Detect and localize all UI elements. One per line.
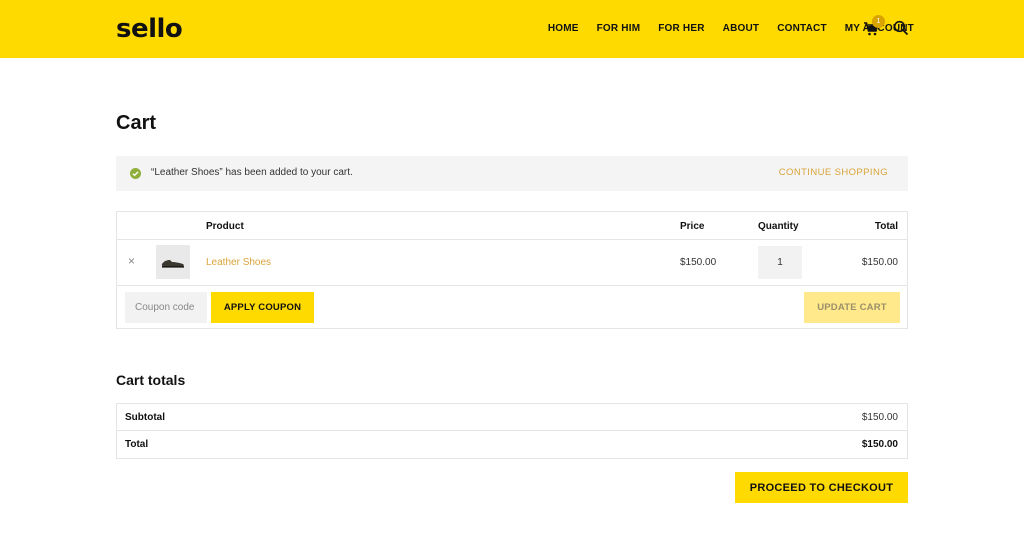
apply-coupon-button[interactable]: APPLY COUPON	[211, 292, 314, 323]
nav-about[interactable]: ABOUT	[723, 23, 760, 34]
notice-message: “Leather Shoes” has been added to your c…	[151, 167, 353, 178]
nav-for-her[interactable]: FOR HER	[658, 23, 704, 34]
nav-contact[interactable]: CONTACT	[777, 23, 827, 34]
main-nav: HOME FOR HIM FOR HER ABOUT CONTACT MY AC…	[548, 23, 914, 34]
header-total: Total	[874, 221, 898, 232]
header-price: Price	[680, 221, 705, 232]
nav-home[interactable]: HOME	[548, 23, 579, 34]
remove-item-button[interactable]: ×	[128, 254, 135, 268]
cart-totals-title: Cart totals	[116, 372, 186, 388]
continue-shopping-link[interactable]: CONTINUE SHOPPING	[779, 167, 888, 178]
quantity-input[interactable]	[758, 246, 802, 279]
site-header: sello HOME FOR HIM FOR HER ABOUT CONTACT…	[0, 0, 1024, 58]
update-cart-button[interactable]: UPDATE CART	[804, 292, 900, 323]
search-icon[interactable]	[893, 20, 909, 36]
subtotal-value: $150.00	[861, 412, 898, 423]
cart-notice: “Leather Shoes” has been added to your c…	[116, 156, 908, 191]
nav-for-him[interactable]: FOR HIM	[597, 23, 641, 34]
cart-table: Product Price Quantity Total × Leather S…	[116, 211, 908, 329]
product-name-link[interactable]: Leather Shoes	[206, 257, 271, 268]
line-total: $150.00	[861, 257, 898, 268]
cart-count-badge: 1	[872, 15, 885, 28]
product-thumbnail[interactable]	[156, 245, 190, 279]
divider	[117, 239, 907, 240]
product-price: $150.00	[680, 257, 717, 268]
site-logo[interactable]: sello	[116, 14, 183, 44]
divider	[117, 430, 907, 431]
cart-totals-table: Subtotal $150.00 Total $150.00	[116, 403, 908, 459]
subtotal-label: Subtotal	[125, 412, 165, 423]
proceed-to-checkout-button[interactable]: PROCEED TO CHECKOUT	[735, 472, 908, 503]
check-circle-icon	[130, 168, 141, 179]
total-label: Total	[125, 439, 149, 450]
divider	[117, 285, 907, 286]
header-quantity: Quantity	[758, 221, 799, 232]
page-title: Cart	[116, 112, 157, 134]
header-product: Product	[206, 221, 244, 232]
coupon-code-input[interactable]	[125, 292, 207, 323]
total-value: $150.00	[861, 439, 898, 450]
shoe-icon	[161, 260, 184, 268]
